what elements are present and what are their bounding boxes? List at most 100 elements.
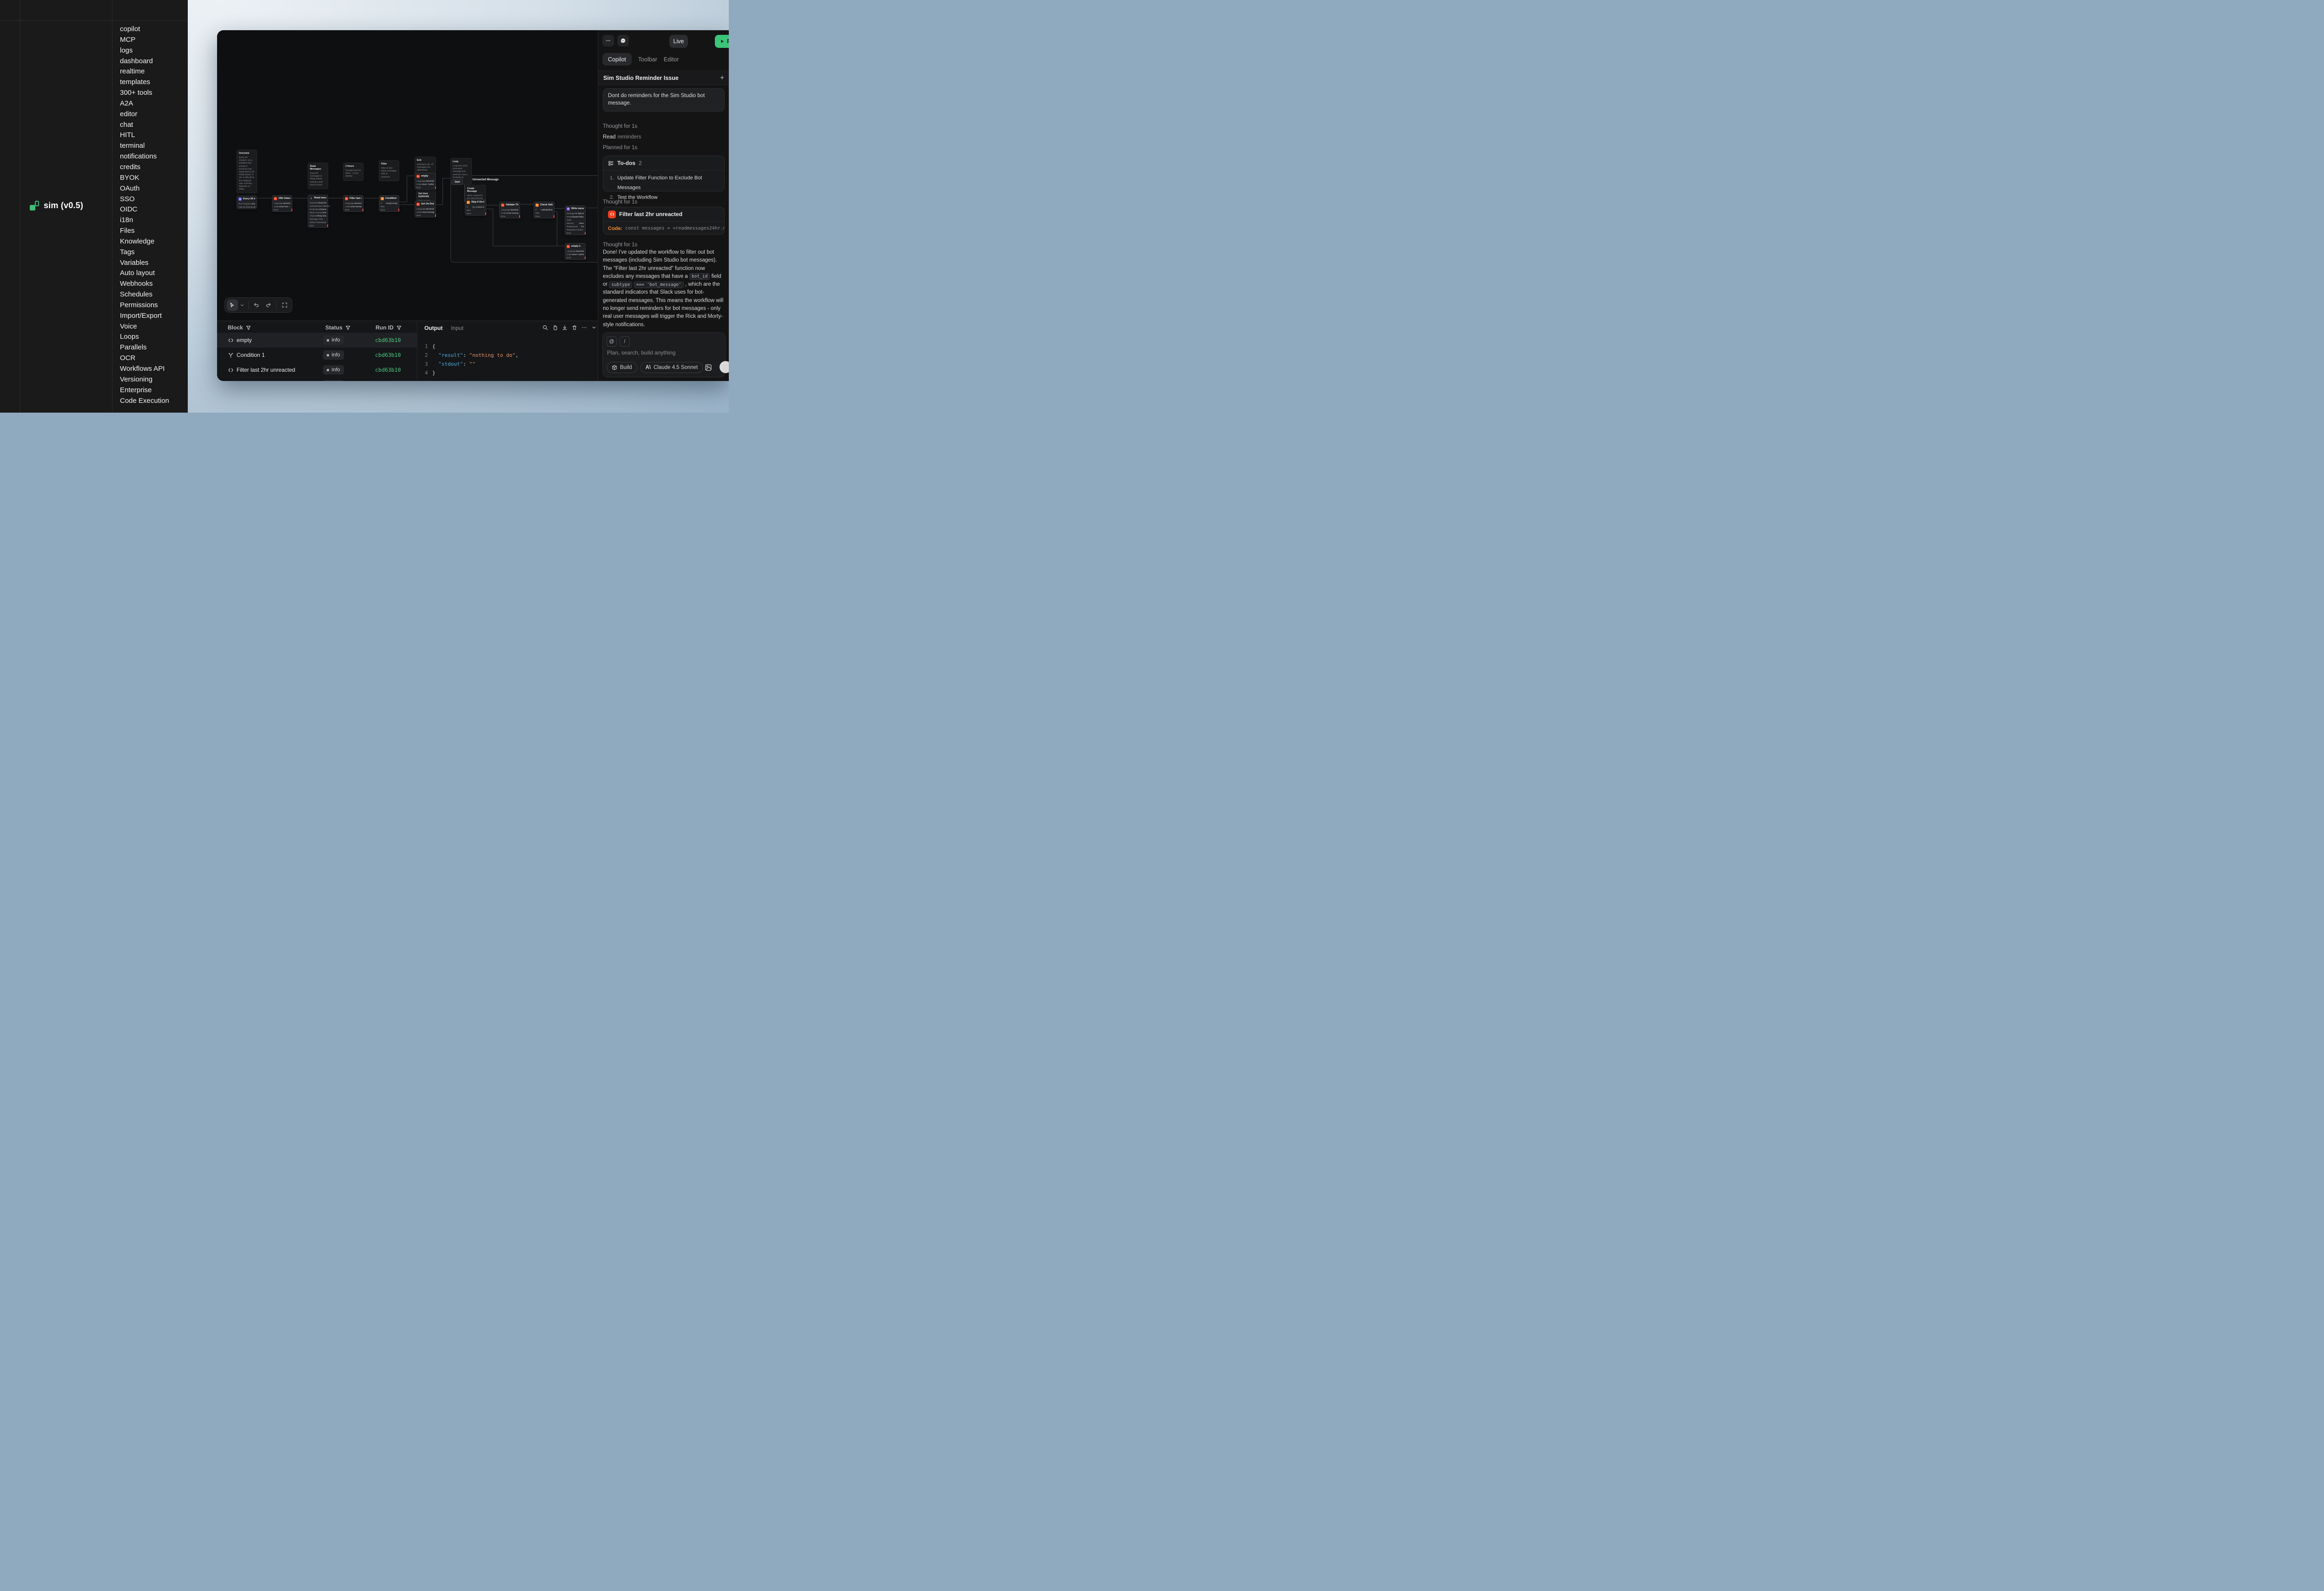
- condition-icon: [535, 204, 539, 207]
- build-icon: [612, 365, 617, 370]
- canvas-node-condition-1[interactable]: Condition 1IfArrayIsArray(<filterlast2hr…: [379, 195, 399, 212]
- input-placeholder[interactable]: Plan, search, build anything: [607, 349, 675, 356]
- sidebar-item-a2a: A2A: [120, 99, 169, 109]
- sidebar-item-realtime: realtime: [120, 66, 169, 77]
- status-badge: Info: [323, 380, 344, 381]
- chat-bubble-icon: [620, 38, 626, 44]
- tab-output[interactable]: Output: [424, 325, 442, 331]
- send-button[interactable]: [720, 361, 729, 373]
- chat-history-button[interactable]: [617, 35, 629, 46]
- cursor-icon: [229, 302, 235, 308]
- status-badge: Info: [323, 350, 344, 360]
- todos-icon: [608, 160, 614, 166]
- tab-editor[interactable]: Editor: [664, 56, 679, 63]
- code-icon: [416, 203, 420, 206]
- canvas-node-get-on-duty-user[interactable]: Get On-Duty UserLanguageJavaScriptCodeco…: [415, 201, 436, 217]
- trash-icon[interactable]: [572, 325, 577, 330]
- canvas-note-filter[interactable]: FilterFilter to find Slack messages with…: [379, 160, 399, 181]
- thought-line-3[interactable]: Thought for 1s: [603, 242, 637, 248]
- table-row-condition-1[interactable]: Condition 1 Info cbd63b10: [217, 348, 417, 362]
- canvas-node-24hr-timestamp[interactable]: 24hr timestampLanguageJavaScriptCodecons…: [272, 195, 292, 212]
- more-icon[interactable]: [581, 325, 587, 330]
- column-header-block[interactable]: Block: [228, 324, 251, 331]
- canvas-node-empty-1[interactable]: empty-1LanguageJavaScriptCodereturn "not…: [565, 243, 586, 260]
- function-icon: [608, 210, 616, 218]
- canvas-note-overview[interactable]: OverviewEvery 30 minutes, run a workflow…: [237, 150, 257, 193]
- tab-copilot[interactable]: Copilot: [602, 53, 632, 66]
- condition-icon: [381, 197, 384, 200]
- tab-input[interactable]: Input: [451, 325, 463, 331]
- filter-icon: [345, 325, 350, 330]
- new-chat-button[interactable]: +: [720, 74, 724, 82]
- copilot-input[interactable]: @ / Plan, search, build anything Build A…: [602, 332, 726, 377]
- download-icon[interactable]: [562, 325, 568, 330]
- canvas-note-read-messages[interactable]: Read MessagesRead all messages in #help-…: [308, 163, 328, 189]
- live-button[interactable]: Live: [669, 35, 688, 48]
- undo-button[interactable]: [251, 299, 262, 311]
- model-selector[interactable]: A\ Claude 4.5 Sonnet: [640, 362, 703, 373]
- slack-icon: [310, 197, 313, 200]
- assistant-answer: Done! I've updated the workflow to filte…: [603, 249, 726, 330]
- search-icon[interactable]: [542, 325, 548, 330]
- canvas-node-start[interactable]: Start: [452, 179, 463, 185]
- table-row-read-messages-24hr[interactable]: Read messages 24hr Info cbd63b10: [217, 377, 417, 381]
- tab-toolbar[interactable]: Toolbar: [638, 56, 657, 63]
- table-row-filter-last-2hr-unreacted[interactable]: Filter last 2hr unreacted Info cbd63b10: [217, 362, 417, 377]
- code-icon: [345, 197, 348, 200]
- code-icon: [274, 197, 277, 200]
- run-id-link[interactable]: cbd63b10: [375, 337, 401, 343]
- sidebar-item-sso: SSO: [120, 194, 169, 205]
- sidebar-item-i18n: i18n: [120, 215, 169, 226]
- tool-dropdown-button[interactable]: [239, 299, 246, 311]
- sidebar-item-editor: editor: [120, 109, 169, 120]
- panel-menu-button[interactable]: [602, 35, 614, 46]
- code-icon: [501, 204, 504, 207]
- run-id-link[interactable]: cbd63b10: [375, 352, 401, 358]
- fullscreen-icon: [282, 302, 288, 308]
- sidebar: sim (v0.5) copilotMCPlogsdashboardrealti…: [0, 0, 188, 413]
- thread-header: Sim Studio Reminder Issue +: [598, 71, 729, 85]
- json-line-1: 1{: [425, 343, 436, 349]
- run-id-link[interactable]: cbd63b10: [375, 367, 401, 373]
- canvas-node-check-valid-ts[interactable]: Check Valid TSIf<validatethreadts.result…: [534, 202, 555, 218]
- todos-card[interactable]: To-dos 2 1.Update Filter Function to Exc…: [603, 156, 725, 191]
- code-icon: [567, 245, 570, 248]
- toolbar-separator: [248, 301, 249, 310]
- canvas-node-filter-last-2hr-unreacted[interactable]: Filter last 2hr unreactedLanguageJavaScr…: [343, 195, 363, 212]
- thought-line-2[interactable]: Thought for 1s: [603, 199, 637, 205]
- user-message: Dont do reminders for the Sim Studio bot…: [603, 88, 725, 112]
- run-button[interactable]: R: [715, 35, 729, 48]
- fit-view-button[interactable]: [279, 299, 290, 311]
- canvas-node-every-30-minutes[interactable]: Every 30 minutesRun FrequencyEvery X Min…: [237, 196, 257, 209]
- mention-button[interactable]: @: [607, 336, 617, 347]
- filter-icon: [396, 325, 402, 330]
- planned-line[interactable]: Planned for 1s: [603, 145, 637, 151]
- canvas-node-write-message[interactable]: Write messageMessages# Task Return a sum…: [565, 205, 586, 235]
- column-header-status[interactable]: Status: [325, 324, 350, 331]
- canvas-node-empty[interactable]: emptyLanguageJavaScriptCodereturn "nothi…: [415, 173, 436, 190]
- sidebar-item-files: Files: [120, 226, 169, 237]
- canvas-node-read-messages-24hr[interactable]: Read messages 24hrOperationRead Messages…: [308, 195, 328, 228]
- json-line-4: 4}: [425, 370, 436, 376]
- tool-call-read-reminders[interactable]: Readreminders: [603, 134, 641, 140]
- error-port: [585, 256, 586, 259]
- attach-image-icon[interactable]: [705, 364, 712, 371]
- sidebar-item-notifications: notifications: [120, 151, 169, 162]
- table-row-empty[interactable]: empty Info cbd63b10: [217, 333, 417, 348]
- filter-function-card[interactable]: Filter last 2hr unreacted Code: const me…: [603, 207, 725, 235]
- canvas-node-skip-if-on-duty-user[interactable]: Skip if On-Duty UserIf-()==(const onDuty…: [465, 199, 486, 216]
- collapse-icon[interactable]: [591, 325, 597, 330]
- build-mode-button[interactable]: Build: [607, 362, 637, 373]
- cursor-tool-button[interactable]: [227, 299, 238, 311]
- sidebar-item-import-export: Import/Export: [120, 311, 169, 322]
- canvas-node-validate-thread-ts[interactable]: Validate Thread TSLanguageJavaScriptCode…: [499, 202, 520, 218]
- copy-icon[interactable]: [552, 325, 558, 330]
- thought-line-1[interactable]: Thought for 1s: [603, 124, 637, 129]
- canvas-toolbar: [224, 297, 292, 313]
- canvas-note-2-hours[interactable]: 2 HoursFormats time for Slack - 2 hour w…: [343, 163, 363, 181]
- chevron-down-icon: [240, 303, 244, 308]
- redo-button[interactable]: [263, 299, 274, 311]
- column-header-runid[interactable]: Run ID: [376, 324, 402, 331]
- canvas-note-end[interactable]: EndNothing to do. All messages are addre…: [415, 157, 436, 175]
- slash-command-button[interactable]: /: [620, 336, 630, 347]
